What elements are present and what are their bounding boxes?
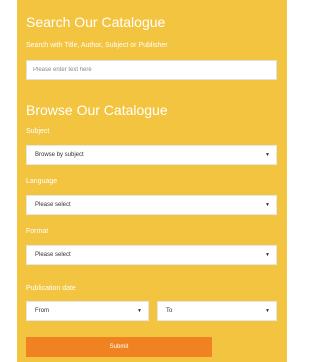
language-select-value: Please select	[35, 202, 71, 208]
search-section-title: Search Our Catalogue	[26, 14, 166, 30]
date-from-select-value: From	[35, 308, 49, 314]
date-from-select[interactable]: From ▼	[26, 301, 149, 321]
publication-date-label: Publication date	[26, 285, 76, 292]
caret-down-icon: ▼	[137, 307, 142, 314]
format-select-value: Please select	[35, 252, 71, 258]
language-select[interactable]: Please select ▼	[26, 195, 277, 215]
subject-select[interactable]: Browse by subject ▼	[26, 145, 277, 165]
catalogue-panel: Search Our Catalogue Search with Title, …	[17, 0, 287, 362]
date-to-select-value: To	[166, 308, 173, 314]
caret-down-icon: ▼	[265, 251, 270, 258]
date-to-select[interactable]: To ▼	[157, 301, 277, 321]
search-field-label: Search with Title, Author, Subject or Pu…	[26, 42, 168, 49]
caret-down-icon: ▼	[265, 307, 270, 314]
language-label: Language	[26, 178, 58, 185]
format-select[interactable]: Please select ▼	[26, 245, 277, 265]
browse-section-title: Browse Our Catalogue	[26, 102, 168, 118]
search-input[interactable]	[26, 60, 277, 80]
caret-down-icon: ▼	[265, 151, 270, 158]
caret-down-icon: ▼	[265, 201, 270, 208]
subject-label: Subject	[26, 128, 50, 135]
subject-select-value: Browse by subject	[35, 152, 84, 158]
format-label: Format	[26, 228, 49, 235]
submit-button[interactable]: Submit	[26, 337, 212, 357]
